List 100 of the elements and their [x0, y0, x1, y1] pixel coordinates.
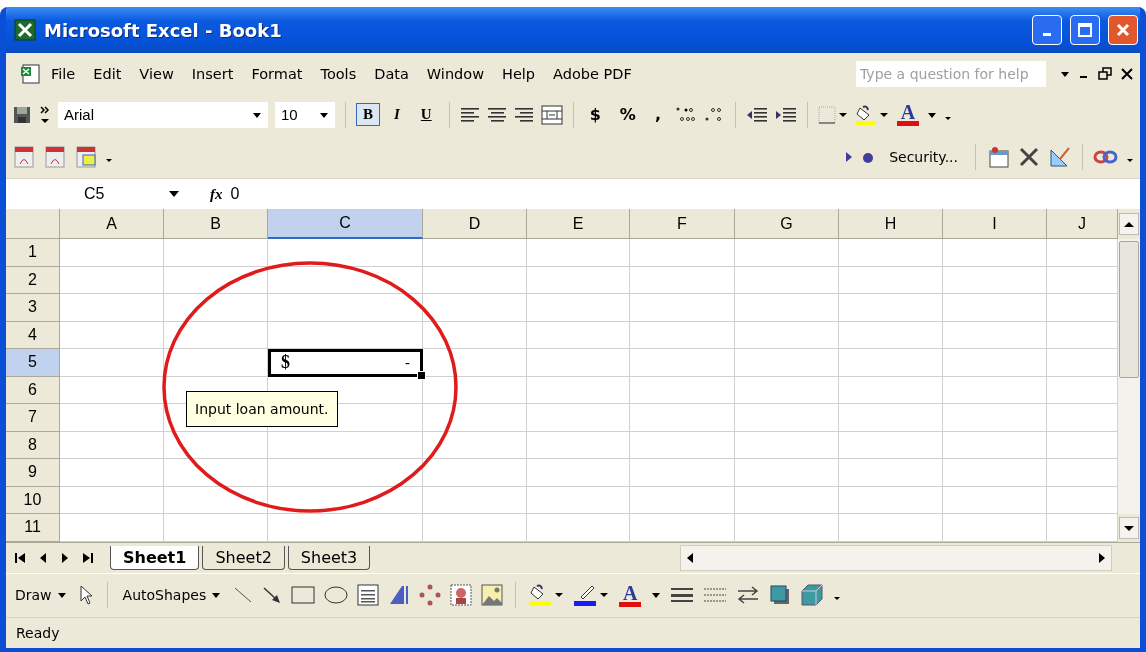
name-box[interactable]: C5 [6, 185, 156, 203]
diagram-icon[interactable] [419, 584, 442, 606]
table-cell[interactable] [839, 486, 943, 514]
dropdown-arrow-icon[interactable] [651, 591, 662, 599]
table-cell[interactable] [423, 239, 527, 267]
table-cell[interactable] [1047, 349, 1118, 377]
previous-sheet-icon[interactable] [38, 551, 48, 564]
table-cell[interactable] [527, 294, 630, 322]
table-cell[interactable] [60, 514, 164, 542]
table-cell[interactable] [1047, 486, 1118, 514]
number-format-button[interactable]: $ [583, 102, 607, 127]
table-cell[interactable] [630, 321, 735, 349]
table-cell[interactable] [1047, 459, 1118, 487]
table-cell[interactable] [527, 459, 630, 487]
scroll-up-button[interactable] [1119, 213, 1139, 235]
table-cell[interactable] [1047, 266, 1118, 294]
font-size-dropdown[interactable]: 10 [275, 101, 335, 128]
table-cell[interactable] [630, 294, 735, 322]
table-cell[interactable] [630, 266, 735, 294]
line-icon[interactable] [233, 586, 254, 604]
shadow-style-icon[interactable] [769, 584, 792, 606]
table-cell[interactable] [164, 349, 268, 377]
table-cell[interactable] [735, 404, 839, 432]
scrollbar-thumb[interactable] [1119, 241, 1139, 378]
oval-icon[interactable] [324, 585, 349, 605]
row-header[interactable]: 8 [6, 431, 60, 459]
formula-input-field[interactable]: 0 [230, 185, 1140, 203]
table-cell[interactable] [60, 459, 164, 487]
align-center-icon[interactable] [486, 106, 507, 123]
column-header[interactable]: A [60, 209, 164, 239]
table-cell[interactable] [943, 459, 1047, 487]
row-header[interactable]: 6 [6, 376, 60, 404]
table-cell[interactable] [839, 349, 943, 377]
dropdown-arrow-icon[interactable] [1060, 69, 1070, 78]
menu-item[interactable]: Format [242, 61, 312, 86]
arrow-style-icon[interactable] [736, 585, 761, 605]
table-cell[interactable] [943, 376, 1047, 404]
line-color-icon[interactable] [573, 583, 610, 607]
number-format-button[interactable]: , [648, 102, 667, 127]
pdf-document-icon[interactable] [43, 144, 67, 169]
row-header[interactable]: 4 [6, 321, 60, 349]
table-cell[interactable] [268, 486, 423, 514]
cube-icon[interactable] [800, 583, 825, 607]
table-cell[interactable] [630, 459, 735, 487]
table-cell[interactable] [164, 239, 268, 267]
menu-item[interactable]: File [42, 61, 85, 86]
column-header[interactable]: J [1047, 209, 1118, 239]
first-sheet-icon[interactable] [14, 551, 26, 564]
active-cell[interactable]: $ - [268, 349, 423, 377]
arrow-icon[interactable] [262, 586, 283, 604]
table-cell[interactable] [735, 239, 839, 267]
table-cell[interactable] [423, 404, 527, 432]
more-buttons-icon[interactable] [39, 103, 51, 126]
sheet-tab[interactable]: Sheet2 [202, 545, 285, 570]
table-cell[interactable] [943, 514, 1047, 542]
menu-item[interactable]: Data [365, 61, 418, 86]
table-cell[interactable] [60, 431, 164, 459]
pdf-document-icon[interactable] [74, 144, 98, 169]
row-header[interactable]: 5 [6, 349, 60, 377]
row-header[interactable]: 10 [6, 486, 60, 514]
table-cell[interactable] [839, 294, 943, 322]
menu-item[interactable]: Window [417, 61, 493, 86]
table-cell[interactable] [735, 294, 839, 322]
column-header[interactable]: H [839, 209, 943, 239]
table-cell[interactable] [735, 486, 839, 514]
maximize-button[interactable] [1070, 15, 1100, 45]
row-header[interactable]: 3 [6, 294, 60, 322]
table-cell[interactable] [423, 294, 527, 322]
menu-item[interactable]: Adobe PDF [544, 61, 641, 86]
table-cell[interactable] [1047, 376, 1118, 404]
table-cell[interactable] [527, 239, 630, 267]
autoshapes-menu-button[interactable]: AutoShapes [119, 584, 225, 606]
table-cell[interactable] [630, 349, 735, 377]
text-box-icon[interactable] [357, 584, 380, 606]
last-sheet-icon[interactable] [82, 551, 94, 564]
row-header[interactable]: 7 [6, 404, 60, 432]
minimize-button[interactable] [1032, 15, 1062, 45]
increase-indent-icon[interactable] [774, 105, 797, 124]
wordart-icon[interactable] [388, 584, 411, 606]
table-cell[interactable] [423, 514, 527, 542]
table-cell[interactable] [60, 321, 164, 349]
fill-color-icon[interactable] [854, 103, 889, 126]
table-cell[interactable] [630, 514, 735, 542]
menu-item[interactable]: Edit [84, 61, 131, 86]
table-cell[interactable] [527, 266, 630, 294]
table-cell[interactable] [60, 404, 164, 432]
table-cell[interactable] [943, 321, 1047, 349]
row-header[interactable]: 9 [6, 459, 60, 487]
table-cell[interactable] [630, 376, 735, 404]
decrease-indent-icon[interactable] [745, 105, 768, 124]
picture-icon[interactable] [481, 584, 504, 606]
font-color-button[interactable]: A [895, 103, 920, 126]
column-header[interactable]: G [735, 209, 839, 239]
insert-function-button[interactable]: fx [210, 185, 223, 203]
column-header[interactable]: I [943, 209, 1047, 239]
table-cell[interactable] [60, 294, 164, 322]
table-cell[interactable] [1047, 431, 1118, 459]
dropdown-arrow-icon[interactable] [168, 190, 180, 198]
table-cell[interactable] [527, 349, 630, 377]
table-cell[interactable] [268, 514, 423, 542]
